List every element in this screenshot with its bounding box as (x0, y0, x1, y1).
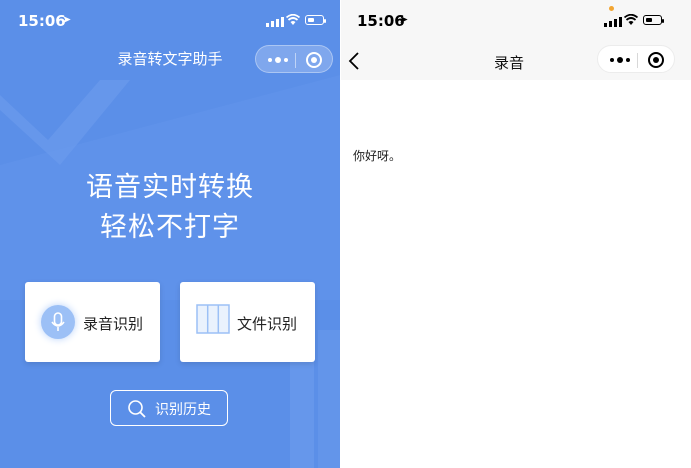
more-button[interactable] (608, 51, 632, 69)
close-target-button[interactable] (304, 50, 324, 70)
recording-screen: 15:06 ➤ #right .batt:after{background:#0… (341, 0, 691, 468)
status-time: 15:06 (18, 12, 66, 30)
location-arrow-icon: ➤ (399, 13, 409, 26)
microphone-icon (41, 305, 75, 339)
close-target-button[interactable] (646, 50, 666, 70)
wifi-icon (286, 14, 300, 25)
history-button[interactable]: 识别历史 (110, 390, 228, 426)
mini-program-capsule (255, 45, 333, 73)
battery-icon (643, 15, 664, 25)
status-time: 15:06 (357, 12, 405, 30)
nav-bar: 录音 (341, 44, 691, 80)
record-recognition-button[interactable]: 录音识别 (25, 282, 160, 362)
status-bar: 15:06 ➤ (0, 0, 340, 44)
mini-program-capsule (597, 45, 675, 73)
signal-icon (266, 17, 284, 27)
battery-icon (305, 15, 326, 25)
signal-icon (604, 17, 622, 27)
location-arrow-icon: ➤ (62, 13, 72, 26)
file-columns-icon (196, 304, 230, 334)
hero-line-1: 语音实时转换 (86, 172, 254, 203)
record-recognition-label: 录音识别 (83, 315, 144, 333)
more-button[interactable] (266, 51, 290, 69)
search-icon (128, 400, 146, 418)
hero-line-2: 轻松不打字 (100, 212, 240, 243)
home-screen: 15:06 ➤ #left .batt:after{background:#ff… (0, 0, 340, 468)
wifi-icon (624, 14, 638, 25)
transcript-text: 你好呀。 (353, 149, 402, 163)
file-recognition-button[interactable]: 文件识别 (180, 282, 315, 362)
recording-indicator-dot (609, 6, 614, 11)
status-bar: 15:06 ➤ (341, 0, 691, 44)
history-label: 识别历史 (155, 402, 211, 418)
file-recognition-label: 文件识别 (237, 315, 298, 333)
